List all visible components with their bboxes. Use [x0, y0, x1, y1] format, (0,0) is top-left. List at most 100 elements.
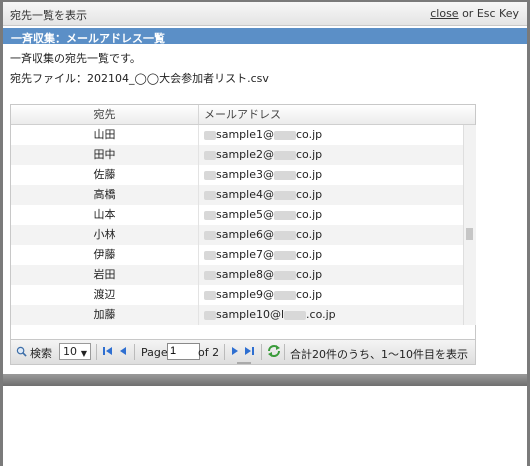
- email-local: sample9@: [216, 288, 274, 301]
- email-cell: sample1@ co.jp: [204, 125, 462, 145]
- redacted-block: [274, 130, 296, 140]
- search-label[interactable]: 検索: [30, 345, 52, 361]
- redacted-block: [274, 290, 296, 300]
- page-number-input[interactable]: [167, 343, 200, 360]
- column-header-email[interactable]: メールアドレス: [199, 105, 468, 124]
- email-cell: sample3@ co.jp: [204, 165, 462, 185]
- dialog-title: 宛先一覧を表示: [10, 9, 87, 22]
- recipient-name: 田中: [11, 145, 199, 165]
- redacted-block: [204, 310, 216, 320]
- recipient-name: 山田: [11, 125, 199, 145]
- email-domain: co.jp: [296, 288, 323, 301]
- first-page-icon[interactable]: [102, 345, 114, 357]
- redacted-block: [274, 230, 296, 240]
- table-row[interactable]: 佐藤 sample3@ co.jp: [11, 165, 463, 185]
- email-local: sample6@: [216, 228, 274, 241]
- redacted-block: [204, 150, 216, 160]
- table-row[interactable]: 伊藤 sample7@ co.jp: [11, 245, 463, 265]
- recipient-grid: 宛先 メールアドレス 山田 sample1@ co.jp 田中 sample2@ c…: [10, 104, 476, 364]
- table-row[interactable]: 小林 sample6@ co.jp: [11, 225, 463, 245]
- page-label: Page: [141, 346, 168, 359]
- email-domain: co.jp: [296, 208, 323, 221]
- redacted-block: [204, 170, 216, 180]
- pager-separator: [261, 344, 262, 360]
- pager-separator: [96, 344, 97, 360]
- recipient-name: 佐藤: [11, 165, 199, 185]
- email-local: sample10@l: [216, 308, 285, 321]
- recipient-name: 小林: [11, 225, 199, 245]
- redacted-block: [204, 130, 216, 140]
- redacted-block: [274, 250, 296, 260]
- lower-blank-area: [3, 386, 527, 466]
- redacted-block: [204, 250, 216, 260]
- pager-separator: [134, 344, 135, 360]
- email-cell: sample2@ co.jp: [204, 145, 462, 165]
- section-header: 一斉収集：メールアドレス一覧: [3, 28, 527, 45]
- search-icon[interactable]: [16, 346, 27, 357]
- recipient-file-label: 宛先ファイル：202104_◯◯大会参加者リスト.csv: [10, 72, 269, 85]
- table-row[interactable]: 田中 sample2@ co.jp: [11, 145, 463, 165]
- pager-bar: 検索 10 ▼ Page of 2 合計20件のうち、1〜10件目を表示: [10, 339, 476, 365]
- section-description: 一斉収集の宛先一覧です。: [10, 52, 141, 65]
- email-cell: sample6@ co.jp: [204, 225, 462, 245]
- resize-grip[interactable]: [237, 362, 251, 364]
- email-local: sample5@: [216, 208, 274, 221]
- email-domain: co.jp: [296, 128, 323, 141]
- redacted-block: [274, 150, 296, 160]
- redacted-block: [204, 210, 216, 220]
- email-domain: co.jp: [296, 148, 323, 161]
- email-cell: sample7@ co.jp: [204, 245, 462, 265]
- column-header-recipient[interactable]: 宛先: [11, 105, 199, 124]
- table-row[interactable]: 加藤 sample10@l .co.jp: [11, 305, 463, 325]
- email-local: sample1@: [216, 128, 274, 141]
- dialog-bottom-bar: [3, 374, 527, 386]
- redacted-block: [204, 290, 216, 300]
- scrollbar-thumb[interactable]: [466, 228, 473, 240]
- email-cell: sample4@ co.jp: [204, 185, 462, 205]
- last-page-icon[interactable]: [243, 345, 255, 357]
- page-total-label: of 2: [198, 346, 220, 359]
- table-row[interactable]: 渡辺 sample9@ co.jp: [11, 285, 463, 305]
- grid-body: 山田 sample1@ co.jp 田中 sample2@ co.jp 佐藤 sam…: [11, 125, 463, 325]
- table-row[interactable]: 岩田 sample8@ co.jp: [11, 265, 463, 285]
- email-local: sample4@: [216, 188, 274, 201]
- dialog-titlebar: 宛先一覧を表示 close or Esc Key: [3, 2, 527, 26]
- email-domain: co.jp: [296, 268, 323, 281]
- recipient-name: 加藤: [11, 305, 199, 325]
- close-group: close or Esc Key: [430, 7, 519, 20]
- email-local: sample3@: [216, 168, 274, 181]
- email-cell: sample10@l .co.jp: [204, 305, 462, 325]
- email-domain: co.jp: [296, 228, 323, 241]
- table-row[interactable]: 高橋 sample4@ co.jp: [11, 185, 463, 205]
- next-page-icon[interactable]: [229, 345, 241, 357]
- section-header-label: 一斉収集：メールアドレス一覧: [11, 32, 165, 45]
- redacted-block: [204, 190, 216, 200]
- email-cell: sample8@ co.jp: [204, 265, 462, 285]
- recipient-name: 高橋: [11, 185, 199, 205]
- email-local: sample7@: [216, 248, 274, 261]
- email-domain: co.jp: [296, 248, 323, 261]
- redacted-block: [274, 210, 296, 220]
- redacted-block: [204, 230, 216, 240]
- pager-status: 合計20件のうち、1〜10件目を表示: [290, 348, 468, 361]
- redacted-block: [274, 190, 296, 200]
- email-local: sample2@: [216, 148, 274, 161]
- page-size-select[interactable]: 10 ▼: [59, 343, 91, 360]
- vertical-scrollbar[interactable]: [463, 125, 476, 325]
- refresh-icon[interactable]: [267, 344, 281, 358]
- chevron-down-icon: ▼: [80, 349, 87, 358]
- recipient-name: 岩田: [11, 265, 199, 285]
- close-link[interactable]: close: [430, 7, 458, 20]
- email-domain: .co.jp: [306, 308, 336, 321]
- grid-header: 宛先 メールアドレス: [11, 105, 475, 125]
- table-row[interactable]: 山本 sample5@ co.jp: [11, 205, 463, 225]
- redacted-block: [284, 310, 307, 320]
- recipient-name: 伊藤: [11, 245, 199, 265]
- close-hint: or Esc Key: [462, 7, 519, 20]
- redacted-block: [274, 270, 296, 280]
- table-row[interactable]: 山田 sample1@ co.jp: [11, 125, 463, 145]
- email-cell: sample5@ co.jp: [204, 205, 462, 225]
- pager-separator: [224, 344, 225, 360]
- prev-page-icon[interactable]: [117, 345, 129, 357]
- recipient-name: 山本: [11, 205, 199, 225]
